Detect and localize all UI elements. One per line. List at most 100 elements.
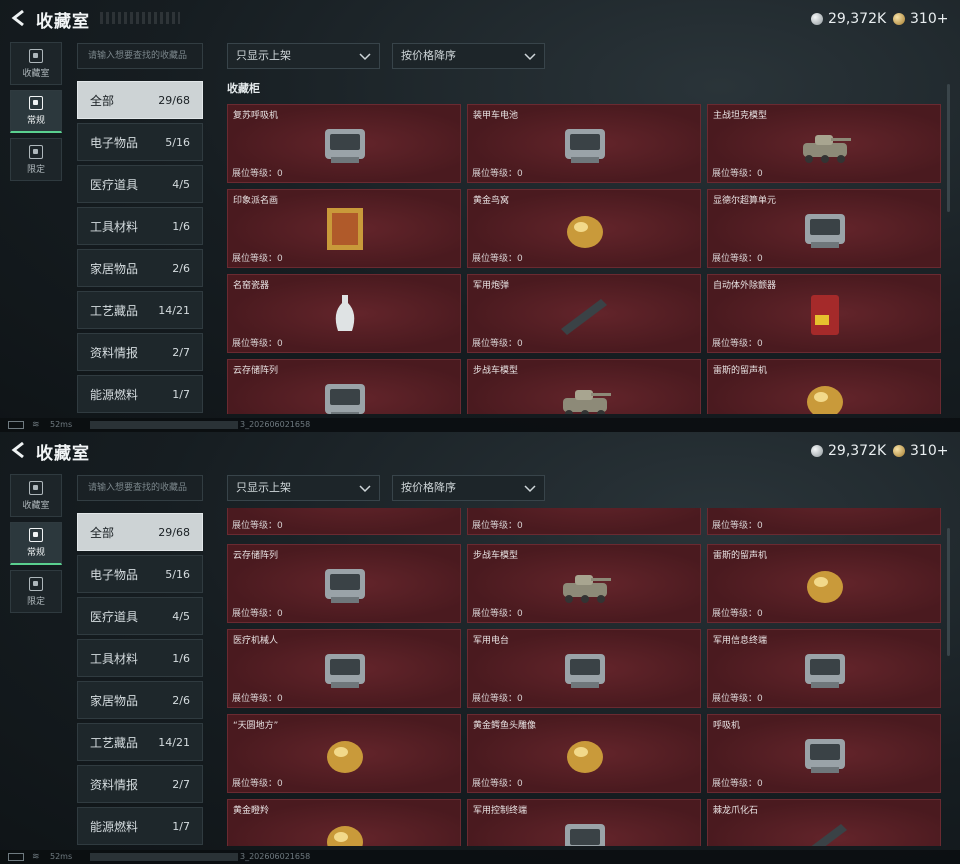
category-item[interactable]: 工具材料 1/6: [77, 207, 203, 245]
item-name: 名窑瓷器: [233, 281, 270, 291]
side-tab-regular[interactable]: 常规: [10, 522, 62, 565]
sort-dropdown[interactable]: 按价格降序: [392, 43, 545, 69]
silver-amount: 29,372K: [828, 11, 887, 27]
category-item[interactable]: 电子物品 5/16: [77, 555, 203, 593]
collection-card[interactable]: 名窑瓷器 展位等级：0: [227, 274, 461, 353]
side-tab-regular[interactable]: 常规: [10, 90, 62, 133]
storage-array-icon: [325, 384, 365, 414]
show-filter-dropdown[interactable]: 只显示上架: [227, 475, 380, 501]
booth-level: 展位等级：0: [712, 521, 763, 531]
category-count: 5/16: [165, 567, 190, 581]
collection-card[interactable]: 黄金鸟窝 展位等级：0: [467, 189, 701, 268]
booth-level: 展位等级：0: [712, 169, 763, 179]
category-item[interactable]: 能源燃料 1/7: [77, 807, 203, 845]
category-count: 1/6: [172, 219, 190, 233]
defibrillator-icon: [811, 295, 839, 335]
category-count: 1/7: [172, 819, 190, 833]
booth-level: 展位等级：0: [712, 609, 763, 619]
collection-card[interactable]: “天圆地方” 展位等级：0: [227, 714, 461, 793]
collection-card[interactable]: 云存储阵列展位等级：0: [227, 359, 461, 414]
category-label: 资料情报: [90, 345, 139, 360]
category-item[interactable]: 能源燃料 1/7: [77, 375, 203, 413]
item-name: 雷斯的留声机: [713, 551, 768, 561]
painting-icon: [327, 208, 363, 250]
category-item[interactable]: 家居物品 2/6: [77, 681, 203, 719]
category-item[interactable]: 工具材料 1/6: [77, 639, 203, 677]
collection-card[interactable]: 主战坦克模型 展位等级：0: [707, 104, 941, 183]
category-item[interactable]: 全部 29/68: [77, 513, 203, 551]
category-item[interactable]: 医疗道具 4/5: [77, 597, 203, 635]
collection-card[interactable]: 云存储阵列展位等级：0: [227, 544, 461, 623]
collection-card[interactable]: 展位等级：0: [467, 508, 701, 535]
search-input[interactable]: 请输入想要查找的收藏品: [77, 475, 203, 501]
show-filter-dropdown[interactable]: 只显示上架: [227, 43, 380, 69]
category-item[interactable]: 工艺藏品 14/21: [77, 723, 203, 761]
collection-card[interactable]: 步战车模型展位等级：0: [467, 544, 701, 623]
booth-level: 展位等级：0: [232, 694, 283, 704]
category-item[interactable]: 资料情报 2/7: [77, 765, 203, 803]
side-tab-collection[interactable]: 收藏室: [10, 474, 62, 517]
collection-card[interactable]: 军用控制终端展位等级：0: [467, 799, 701, 846]
item-name: 军用信息终端: [713, 636, 768, 646]
category-item[interactable]: 家居物品 2/6: [77, 249, 203, 287]
booth-level: 展位等级：0: [472, 521, 523, 531]
booth-level: 展位等级：0: [472, 609, 523, 619]
item-name: 雷斯的留声机: [713, 366, 768, 376]
scrollbar[interactable]: [947, 84, 950, 212]
gold-currency[interactable]: 310+: [893, 10, 948, 28]
tank-icon: [803, 135, 851, 163]
collection-card[interactable]: 军用炮弹 展位等级：0: [467, 274, 701, 353]
category-item[interactable]: 全部 29/68: [77, 81, 203, 119]
collection-card[interactable]: 军用信息终端 展位等级：0: [707, 629, 941, 708]
collection-card[interactable]: 自动体外除颤器 展位等级：0: [707, 274, 941, 353]
gold-amount: 310+: [910, 11, 949, 27]
category-count: 14/21: [158, 303, 190, 317]
back-arrow-icon[interactable]: [10, 441, 28, 459]
collection-card[interactable]: 雷斯的留声机展位等级：0: [707, 544, 941, 623]
search-input[interactable]: 请输入想要查找的收藏品: [77, 43, 203, 69]
collection-card[interactable]: 雷斯的留声机展位等级：0: [707, 359, 941, 414]
collection-card[interactable]: 印象派名画 展位等级：0: [227, 189, 461, 268]
category-label: 能源燃料: [90, 387, 139, 402]
collection-card[interactable]: 复苏呼吸机展位等级：0: [227, 104, 461, 183]
side-tab-collection[interactable]: 收藏室: [10, 42, 62, 85]
category-count: 5/16: [165, 135, 190, 149]
category-count: 1/7: [172, 387, 190, 401]
back-arrow-icon[interactable]: [10, 9, 28, 27]
category-item[interactable]: 医疗道具 4/5: [77, 165, 203, 203]
collection-card[interactable]: 装甲车电池 展位等级：0: [467, 104, 701, 183]
chevron-down-icon: [524, 53, 536, 61]
category-label: 资料情报: [90, 777, 139, 792]
category-count: 29/68: [158, 525, 190, 539]
collection-card[interactable]: 展位等级：0: [707, 508, 941, 535]
collection-card[interactable]: 医疗机械人展位等级：0: [227, 629, 461, 708]
category-item[interactable]: 电子物品 5/16: [77, 123, 203, 161]
collection-card[interactable]: 黄金鳄鱼头雕像 展位等级：0: [467, 714, 701, 793]
collection-card[interactable]: 呼吸机 展位等级：0: [707, 714, 941, 793]
booth-level: 展位等级：0: [232, 169, 283, 179]
side-tab-limited[interactable]: 限定: [10, 138, 62, 181]
dropdown-value: 按价格降序: [401, 49, 456, 62]
category-item[interactable]: 资料情报 2/7: [77, 333, 203, 371]
collection-card[interactable]: 军用电台 展位等级：0: [467, 629, 701, 708]
category-count: 1/6: [172, 651, 190, 665]
scrollbar[interactable]: [947, 528, 950, 656]
side-tab-limited[interactable]: 限定: [10, 570, 62, 613]
battery-icon: [8, 421, 24, 429]
collection-card[interactable]: 显德尔超算单元 展位等级：0: [707, 189, 941, 268]
booth-level: 展位等级：0: [712, 694, 763, 704]
category-count: 2/7: [172, 777, 190, 791]
sort-dropdown[interactable]: 按价格降序: [392, 475, 545, 501]
category-label: 全部: [90, 93, 115, 108]
item-name: 复苏呼吸机: [233, 111, 279, 121]
category-item[interactable]: 工艺藏品 14/21: [77, 291, 203, 329]
item-name: 医疗机械人: [233, 636, 279, 646]
gold-coin-icon: [893, 13, 905, 25]
collection-card[interactable]: 黄金瞪羚展位等级：0: [227, 799, 461, 846]
collection-card[interactable]: 棘龙爪化石展位等级：0: [707, 799, 941, 846]
category-label: 电子物品: [90, 567, 139, 582]
collection-card[interactable]: 展位等级：0: [227, 508, 461, 535]
gold-currency[interactable]: 310+: [893, 442, 948, 460]
battery-icon: [565, 129, 605, 163]
collection-card[interactable]: 步战车模型展位等级：0: [467, 359, 701, 414]
